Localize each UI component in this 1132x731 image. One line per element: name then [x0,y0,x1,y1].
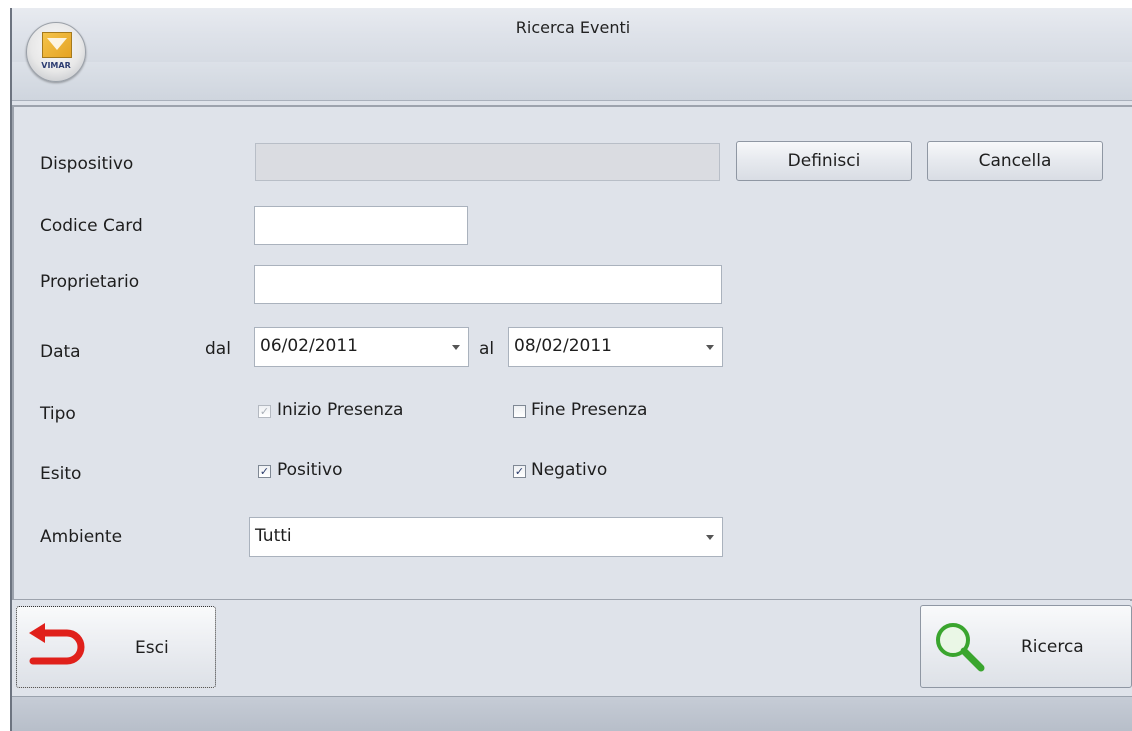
date-from-value: 06/02/2011 [260,336,358,356]
positivo-checkbox[interactable]: ✓ [258,465,271,478]
clear-button[interactable]: Cancella [927,141,1103,181]
title-bar: Ricerca Eventi [12,8,1132,101]
ambiente-select[interactable]: Tutti [249,517,723,557]
negativo-label: Negativo [531,460,608,480]
magnifier-icon [931,618,987,679]
logo-mark-icon [42,32,72,58]
dispositivo-label: Dispositivo [40,154,134,174]
search-events-window: Ricerca Eventi VIMAR Dispositivo Definis… [10,8,1132,731]
inizio-presenza-checkbox: ✓ [258,405,271,418]
positivo-label: Positivo [277,460,343,480]
fine-presenza-checkbox[interactable] [513,405,526,418]
app-logo[interactable]: VIMAR [26,22,86,82]
define-button[interactable]: Definisci [736,141,912,181]
window-title: Ricerca Eventi [515,18,631,37]
ribbon-bar [12,62,1132,101]
date-to-picker[interactable]: 08/02/2011 [508,327,723,367]
fine-presenza-label: Fine Presenza [531,400,648,420]
ambiente-label: Ambiente [40,527,123,547]
status-bar [12,696,1132,731]
codice-card-input[interactable] [254,206,468,245]
return-arrow-icon [25,623,87,674]
date-to-label: al [479,339,495,359]
codice-card-label: Codice Card [40,216,143,236]
chevron-down-icon[interactable] [706,345,714,350]
ambiente-value: Tutti [255,526,292,546]
exit-button[interactable]: Esci [16,606,216,688]
tipo-label: Tipo [40,404,76,424]
dispositivo-field [255,143,720,181]
date-to-value: 08/02/2011 [514,336,612,356]
negativo-checkbox[interactable]: ✓ [513,465,526,478]
proprietario-input[interactable] [254,265,722,304]
data-label: Data [40,342,81,362]
search-button-label: Ricerca [1021,637,1084,657]
date-from-picker[interactable]: 06/02/2011 [254,327,469,367]
exit-button-label: Esci [135,638,169,658]
search-button[interactable]: Ricerca [920,605,1132,688]
action-bar: Esci Ricerca [12,600,1132,692]
inizio-presenza-label: Inizio Presenza [277,400,404,420]
esito-label: Esito [40,464,82,484]
chevron-down-icon[interactable] [706,535,714,540]
logo-brand: VIMAR [41,61,71,70]
form-panel: Dispositivo Definisci Cancella Codice Ca… [12,105,1132,601]
chevron-down-icon[interactable] [452,345,460,350]
date-from-label: dal [205,339,231,359]
proprietario-label: Proprietario [40,272,140,292]
